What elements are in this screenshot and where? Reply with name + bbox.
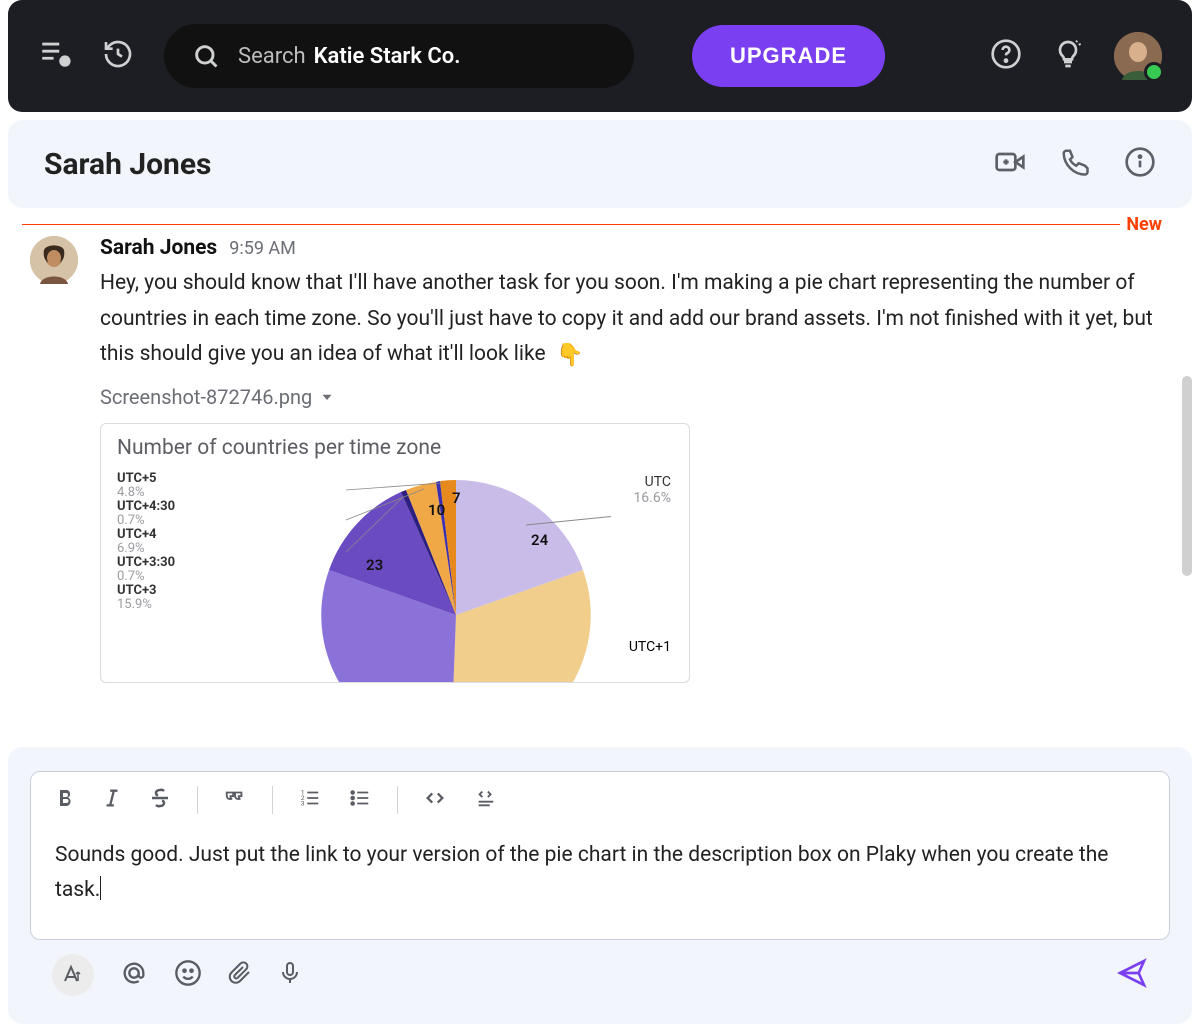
text-format-toggle-icon[interactable] xyxy=(52,954,94,996)
message-sender: Sarah Jones xyxy=(100,236,217,260)
composer-box: 123 Sounds good. Just put the link to yo… xyxy=(30,771,1170,940)
video-call-icon[interactable] xyxy=(994,146,1026,182)
info-icon[interactable] xyxy=(1124,146,1156,182)
pie-chart: 24 10 7 23 47 xyxy=(301,460,611,683)
emoji-icon[interactable] xyxy=(174,959,202,991)
chart-legend-right2: UTC+1 xyxy=(629,639,671,655)
message-text: Hey, you should know that I'll have anot… xyxy=(100,266,1170,375)
chevron-down-icon xyxy=(318,388,336,406)
message-time: 9:59 AM xyxy=(229,238,296,259)
help-icon[interactable] xyxy=(990,38,1022,74)
phone-call-icon[interactable] xyxy=(1060,147,1090,181)
new-label: New xyxy=(1120,214,1162,235)
chat-title: Sarah Jones xyxy=(44,147,211,182)
slice-value: 10 xyxy=(428,501,445,519)
history-icon[interactable] xyxy=(102,38,134,74)
chart-attachment[interactable]: Number of countries per time zone UTC+54… xyxy=(100,423,690,683)
pointing-down-emoji: 👇 xyxy=(556,343,583,368)
queue-icon[interactable] xyxy=(38,37,72,75)
search-label: Search xyxy=(238,44,306,69)
chat-header: Sarah Jones xyxy=(8,120,1192,208)
microphone-icon[interactable] xyxy=(278,959,302,991)
chart-legend-right: UTC 16.6% xyxy=(633,474,671,506)
upgrade-button[interactable]: UPGRADE xyxy=(692,25,885,87)
topbar: Search Katie Stark Co. UPGRADE xyxy=(8,0,1192,112)
chart-title: Number of countries per time zone xyxy=(117,436,673,460)
slice-value: 23 xyxy=(366,556,383,574)
avatar-sender[interactable] xyxy=(30,236,78,284)
code-icon[interactable] xyxy=(422,787,448,813)
unordered-list-icon[interactable] xyxy=(347,787,373,813)
attachment-icon[interactable] xyxy=(228,959,252,991)
lightbulb-icon[interactable] xyxy=(1052,38,1084,74)
workspace-name: Katie Stark Co. xyxy=(314,44,461,69)
strikethrough-icon[interactable] xyxy=(147,786,173,814)
attachment-name: Screenshot-872746.png xyxy=(100,385,312,409)
composer-input[interactable]: Sounds good. Just put the link to your v… xyxy=(31,828,1169,939)
code-block-icon[interactable] xyxy=(472,787,500,813)
chart-legend-left: UTC+54.8% UTC+4:300.7% UTC+46.9% UTC+3:3… xyxy=(117,472,237,612)
message-area: Sarah Jones 9:59 AM Hey, you should know… xyxy=(8,236,1192,706)
search-box[interactable]: Search Katie Stark Co. xyxy=(164,24,634,88)
avatar-me[interactable] xyxy=(1114,32,1162,80)
italic-icon[interactable] xyxy=(101,786,123,814)
composer-bottom-bar xyxy=(30,940,1170,1000)
ordered-list-icon[interactable]: 123 xyxy=(297,787,323,813)
message: Sarah Jones 9:59 AM Hey, you should know… xyxy=(30,236,1170,683)
svg-text:3: 3 xyxy=(301,799,305,807)
mention-icon[interactable] xyxy=(120,959,148,991)
composer: 123 Sounds good. Just put the link to yo… xyxy=(8,747,1192,1024)
formatting-toolbar: 123 xyxy=(31,772,1169,828)
search-icon xyxy=(192,42,220,70)
attachment-dropdown[interactable]: Screenshot-872746.png xyxy=(100,385,1170,409)
send-button[interactable] xyxy=(1116,957,1148,993)
scrollbar[interactable] xyxy=(1182,376,1192,576)
quote-icon[interactable] xyxy=(222,787,248,813)
slice-value: 24 xyxy=(531,531,549,549)
slice-value: 7 xyxy=(452,489,461,507)
bold-icon[interactable] xyxy=(53,786,77,814)
